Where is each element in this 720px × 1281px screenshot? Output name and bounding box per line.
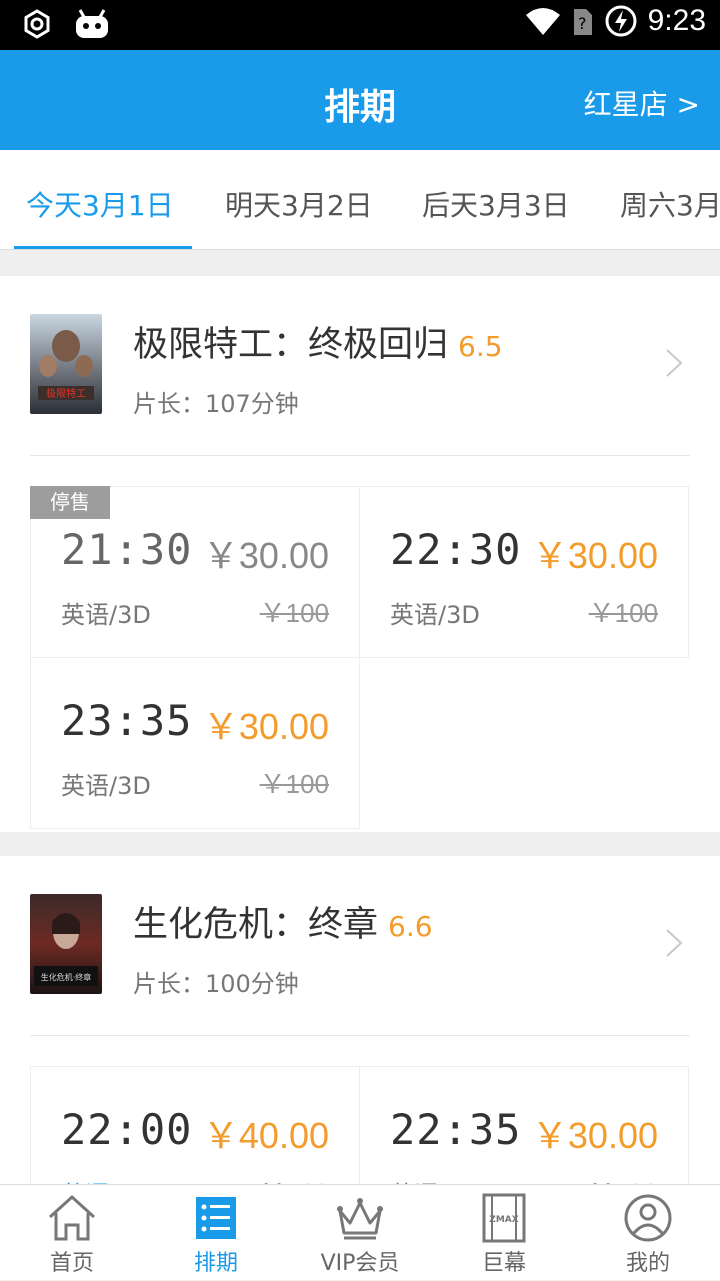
- session-original-price: ￥100: [259, 598, 329, 628]
- user-icon: [624, 1194, 672, 1242]
- session-item[interactable]: 22:30 ￥30.00 英语/3D ￥100: [359, 486, 689, 658]
- nav-label: VIP会员: [320, 1251, 400, 1276]
- status-bar: ? 9:23: [0, 0, 720, 50]
- session-item[interactable]: 23:35 ￥30.00 英语/3D ￥100: [30, 657, 360, 829]
- session-language: 英语/3D: [390, 601, 480, 629]
- session-original-price: ￥100: [589, 1173, 658, 1184]
- session-language: 英语/3D: [61, 601, 151, 629]
- session-language: 英语/3D: [390, 1175, 480, 1184]
- movie-score: 6.6: [388, 910, 433, 943]
- movie-title-text: 生化危机：终章: [133, 905, 379, 945]
- app-header: 排期 红星店 >: [0, 50, 720, 150]
- tab-day-after[interactable]: 后天3月3日: [422, 184, 570, 224]
- date-tabs: 今天3月1日 明天3月2日 后天3月3日 周六3月4日: [0, 150, 720, 250]
- tab-tomorrow[interactable]: 明天3月2日: [225, 184, 373, 224]
- movie-duration: 片长：100分钟: [133, 970, 299, 998]
- nav-schedule[interactable]: 排期: [144, 1185, 288, 1281]
- home-icon: [48, 1194, 96, 1241]
- session-item[interactable]: 22:00 ￥40.00 英语/ZMAX3D ￥100: [30, 1066, 360, 1184]
- movie-info-row[interactable]: 极限特工 极限特工：终极回归 6.5 片长：107分钟: [0, 276, 720, 456]
- android-robot-icon: [76, 9, 108, 38]
- divider: [30, 455, 690, 456]
- nav-home[interactable]: 首页: [0, 1185, 144, 1281]
- session-time: 22:30: [390, 525, 522, 574]
- tab-saturday[interactable]: 周六3月4日: [620, 184, 720, 224]
- session-original-price: ￥100: [259, 769, 329, 799]
- session-time: 23:35: [61, 696, 193, 745]
- movie-title-text: 极限特工：终极回归: [133, 325, 449, 365]
- divider: [30, 1035, 690, 1036]
- movie-card: 生化危机·终章 生化危机：终章 6.6 片长：100分钟 22:00 ￥40.00…: [0, 856, 720, 1184]
- session-price: ￥30.00: [202, 535, 329, 576]
- nav-zmax[interactable]: ZMAX 巨幕: [432, 1185, 576, 1281]
- nav-label: 我的: [625, 1251, 670, 1276]
- session-price: ￥30.00: [531, 535, 658, 576]
- session-original-price: ￥100: [588, 598, 658, 628]
- session-time: 22:00: [61, 1105, 193, 1154]
- stopped-badge: 停售: [30, 486, 110, 519]
- session-time: 22:35: [390, 1105, 522, 1154]
- store-selector[interactable]: 红星店 >: [584, 83, 700, 123]
- svg-text:?: ?: [578, 14, 587, 33]
- nav-profile[interactable]: 我的: [576, 1185, 720, 1281]
- session-price: ￥30.00: [531, 1115, 658, 1156]
- movie-poster: 生化危机·终章: [30, 894, 102, 994]
- settings-ring-icon: [24, 9, 50, 39]
- nav-label: 排期: [193, 1251, 238, 1276]
- poster-title-text: 生化危机·终章: [41, 972, 92, 982]
- movie-duration: 片长：107分钟: [133, 390, 299, 418]
- movie-card: 极限特工 极限特工：终极回归 6.5 片长：107分钟 停售 21:30 ￥30.…: [0, 276, 720, 832]
- tab-today[interactable]: 今天3月1日: [26, 184, 174, 224]
- status-time: 9:23: [647, 4, 706, 37]
- movie-info-row[interactable]: 生化危机·终章 生化危机：终章 6.6 片长：100分钟: [0, 856, 720, 1036]
- session-price: ￥40.00: [202, 1115, 329, 1156]
- session-time: 21:30: [61, 525, 193, 574]
- zmax-film-icon: ZMAX: [482, 1193, 526, 1243]
- chevron-right-icon: [666, 349, 683, 377]
- session-original-price: ￥100: [260, 1173, 329, 1184]
- no-sim-icon: ?: [573, 9, 592, 35]
- movie-title: 生化危机：终章 6.6: [133, 896, 433, 947]
- bottom-nav: 首页 排期 VIP会员 ZMAX 巨幕 我的: [0, 1184, 720, 1280]
- nav-label: 首页: [49, 1251, 94, 1276]
- wifi-icon: [525, 8, 560, 35]
- nav-label: 巨幕: [481, 1251, 526, 1276]
- active-tab-indicator: [14, 246, 192, 249]
- battery-charging-icon: [605, 5, 637, 37]
- movie-poster: 极限特工: [30, 314, 102, 414]
- session-price: ￥30.00: [202, 706, 329, 747]
- crown-icon: [337, 1198, 383, 1240]
- poster-title-text: 极限特工: [46, 387, 86, 400]
- nav-vip[interactable]: VIP会员: [288, 1185, 432, 1281]
- chevron-right-icon: [666, 929, 683, 957]
- movie-score: 6.5: [458, 330, 503, 363]
- schedule-list-icon: [196, 1197, 236, 1239]
- session-language: 英语/ZMAX3D: [61, 1175, 221, 1184]
- schedule-list[interactable]: 极限特工 极限特工：终极回归 6.5 片长：107分钟 停售 21:30 ￥30.…: [0, 276, 720, 1184]
- session-item[interactable]: 22:35 ￥30.00 英语/3D ￥100: [359, 1066, 689, 1184]
- movie-title: 极限特工：终极回归 6.5: [133, 316, 503, 367]
- svg-text:ZMAX: ZMAX: [489, 1215, 518, 1225]
- session-item[interactable]: 停售 21:30 ￥30.00 英语/3D ￥100: [30, 486, 360, 658]
- session-language: 英语/3D: [61, 772, 151, 800]
